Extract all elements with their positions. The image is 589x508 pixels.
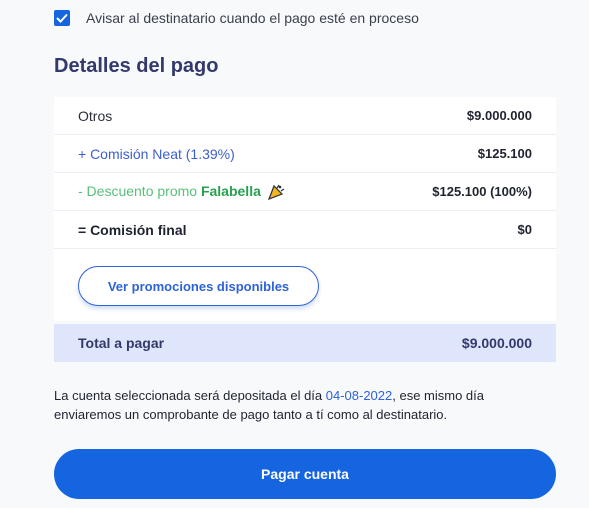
deposit-info-text: La cuenta seleccionada será depositada e… [54, 386, 554, 424]
detail-amount: $125.100 (100%) [432, 184, 532, 199]
notify-label: Avisar al destinatario cuando el pago es… [86, 10, 419, 26]
details-title: Detalles del pago [54, 55, 219, 77]
detail-row-commission: + Comisión Neat (1.39%) $125.100 [54, 135, 556, 173]
detail-label: + Comisión Neat (1.39%) [78, 145, 235, 162]
detail-label: Otros [78, 107, 113, 124]
payment-details-card: Otros $9.000.000 + Comisión Neat (1.39%)… [54, 97, 556, 321]
total-row: Total a pagar $9.000.000 [54, 324, 556, 362]
detail-label: = Comisión final [78, 221, 187, 238]
notify-checkbox[interactable] [54, 10, 70, 26]
detail-row-discount: - Descuento promo Falabella $125.100 (10… [54, 173, 556, 211]
notify-recipient-option[interactable]: Avisar al destinatario cuando el pago es… [54, 8, 419, 28]
info-before: La cuenta seleccionada será depositada e… [54, 388, 326, 403]
party-tag-icon [267, 184, 285, 201]
deposit-date: 04-08-2022 [325, 388, 393, 403]
detail-row-final-commission: = Comisión final $0 [54, 211, 556, 249]
total-label: Total a pagar [78, 335, 165, 351]
view-promotions-button[interactable]: Ver promociones disponibles [78, 266, 319, 306]
discount-label: - Descuento promo Falabella [78, 182, 285, 201]
promo-area: Ver promociones disponibles [54, 249, 556, 321]
detail-row-otros: Otros $9.000.000 [54, 97, 556, 135]
detail-amount: $9.000.000 [466, 108, 532, 123]
pay-account-button[interactable]: Pagar cuenta [54, 449, 556, 499]
detail-amount: $0 [517, 222, 532, 237]
total-amount: $9.000.000 [461, 335, 532, 351]
detail-amount: $125.100 [477, 146, 532, 161]
checkmark-icon [56, 13, 68, 23]
discount-brand: Falabella [200, 182, 261, 199]
discount-prefix: - Descuento promo [78, 182, 201, 199]
